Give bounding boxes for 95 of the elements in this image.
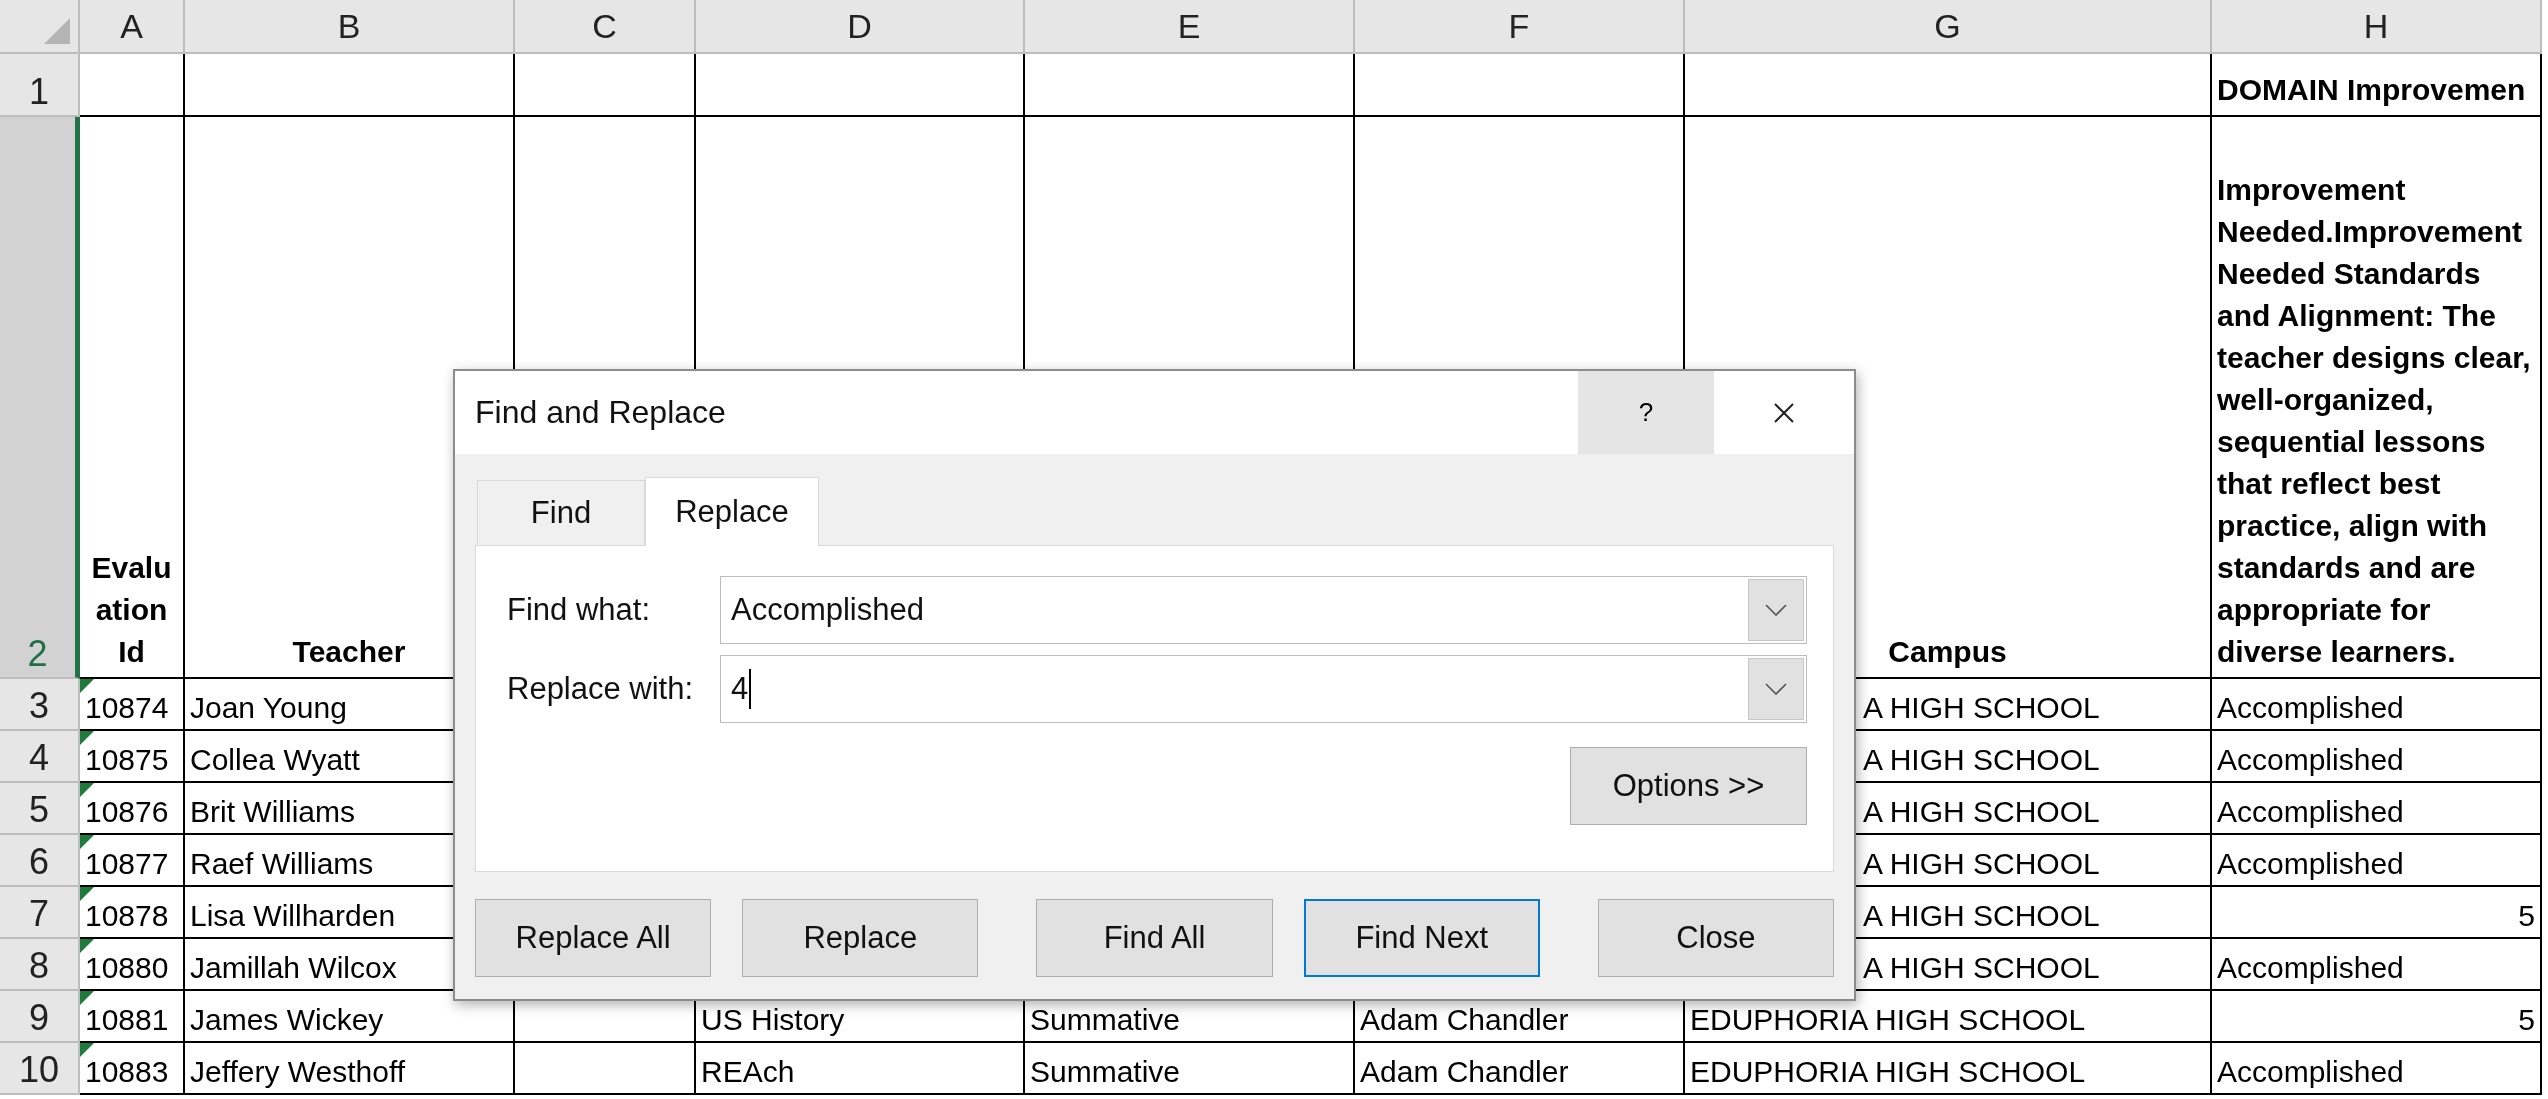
window-title: Find and Replace [474,394,727,431]
grid-cell[interactable] [515,54,696,117]
cell-text: Jamillah Wilcox [190,951,397,985]
cell-text: Raef Williams [190,847,374,881]
column-header[interactable]: H [2212,0,2542,54]
column-header[interactable]: A [80,0,185,54]
combo-field[interactable]: Accomplished [720,576,1807,644]
field-label: Replace with: [507,671,695,707]
row-header[interactable]: 3 [0,679,80,731]
cell-text: Accomplished [2217,743,2404,777]
row-header[interactable]: 6 [0,835,80,887]
row-header[interactable]: 9 [0,991,80,1043]
cell-text: 10876 [85,795,169,829]
cell-text: Improvement Needed.Improvement Needed Standards and Alignment: The teacher designs clear, well-organized, sequential lessons that reflect best practice, align with standards and are appropriate for diverse learners. [2217,172,2532,670]
grid-cell[interactable] [185,54,515,117]
cell-text: 10874 [85,691,169,725]
column-header[interactable]: B [185,0,515,54]
cell-text: DOMAIN Improvemen [2217,72,2526,108]
cell-text: EDUPHORIA HIGH SCHOOL [1690,1003,2086,1037]
help-button[interactable]: ? [1578,371,1714,454]
chevron-down-icon [1765,683,1787,695]
dialog-button[interactable]: Find Next [1303,899,1540,977]
column-header[interactable]: E [1025,0,1355,54]
dialog-button[interactable]: Replace All [475,899,712,977]
cell-text: Accomplished [2217,691,2404,725]
row-header[interactable]: 2 [0,117,80,679]
cell-text: Accomplished [2217,847,2404,881]
cell-text: Campus [1888,634,2007,670]
error-indicator-icon[interactable] [80,991,94,1005]
cell-text: US History [701,1003,845,1037]
cell-text: 10875 [85,743,169,777]
error-indicator-icon[interactable] [80,783,94,797]
field-label: Find what: [507,592,651,628]
cell-text: Brit Williams [190,795,355,829]
cell-text: 10883 [85,1055,169,1089]
cell-text: Lisa Willharden [190,899,396,933]
dialog-button[interactable]: Find All [1036,899,1273,977]
cell-text: Accomplished [2217,795,2404,829]
column-header[interactable]: F [1355,0,1685,54]
grid-cell[interactable] [1025,54,1355,117]
cell-text: 10880 [85,951,169,985]
options-button[interactable]: Options >> [1570,747,1807,825]
cell-text: Accomplished [2217,1055,2404,1089]
cell-text: EDUPHORIA HIGH SCHOOL [1690,1055,2086,1089]
cell-text: A HIGH SCHOOL [1863,795,2100,829]
dialog-button[interactable]: Replace [742,899,979,977]
grid-cell[interactable] [80,54,185,117]
row-header[interactable]: 4 [0,731,80,783]
grid-cell[interactable] [515,1043,696,1095]
cell-text: Jeffery Westhoff [190,1055,406,1089]
row-header[interactable]: 1 [0,54,80,117]
error-indicator-icon[interactable] [80,887,94,901]
row-header[interactable]: 10 [0,1043,80,1095]
cell-text: Evaluation Id [90,550,173,670]
grid-cell[interactable] [696,54,1025,117]
cell-text: Joan Young [190,691,347,725]
dialog-button[interactable]: Close [1597,899,1834,977]
chevron-down-icon [1765,604,1787,616]
error-indicator-icon[interactable] [80,939,94,953]
cell-text: A HIGH SCHOOL [1863,899,2100,933]
cell-text: REAch [701,1055,795,1089]
cell-text: 10878 [85,899,169,933]
combo-field[interactable]: 4 [720,655,1807,723]
column-header[interactable]: G [1685,0,2212,54]
cell-text: James Wickey [190,1003,384,1037]
cell-text: A HIGH SCHOOL [1863,743,2100,777]
triangle-icon [44,18,70,44]
cell-text: Adam Chandler [1360,1003,1569,1037]
cell-text: Summative [1030,1055,1181,1089]
row-header[interactable]: 7 [0,887,80,939]
cell-text: Collea Wyatt [190,743,360,777]
cell-text: Teacher [292,634,406,670]
column-header[interactable]: C [515,0,696,54]
cell-text: A HIGH SCHOOL [1863,951,2100,985]
cell-text: Accomplished [2217,951,2404,985]
close-icon [1773,401,1795,424]
tab[interactable]: Find [477,480,645,545]
grid-cell[interactable] [1685,54,2212,117]
cell-text: A HIGH SCHOOL [1863,691,2100,725]
column-header[interactable]: D [696,0,1025,54]
grid-cell[interactable] [1355,54,1685,117]
tab[interactable]: Replace [645,477,819,546]
cell-text: 5 [2518,899,2535,933]
error-indicator-icon[interactable] [80,679,94,693]
error-indicator-icon[interactable] [80,1043,94,1057]
error-indicator-icon[interactable] [80,835,94,849]
cell-text: 5 [2518,1003,2535,1037]
error-indicator-icon[interactable] [80,731,94,745]
row-header[interactable]: 5 [0,783,80,835]
cell-text: 10877 [85,847,169,881]
cell-text: A HIGH SCHOOL [1863,847,2100,881]
cell-text: Adam Chandler [1360,1055,1569,1089]
cell-text: 10881 [85,1003,169,1037]
cell-text: Summative [1030,1003,1181,1037]
row-header[interactable]: 8 [0,939,80,991]
